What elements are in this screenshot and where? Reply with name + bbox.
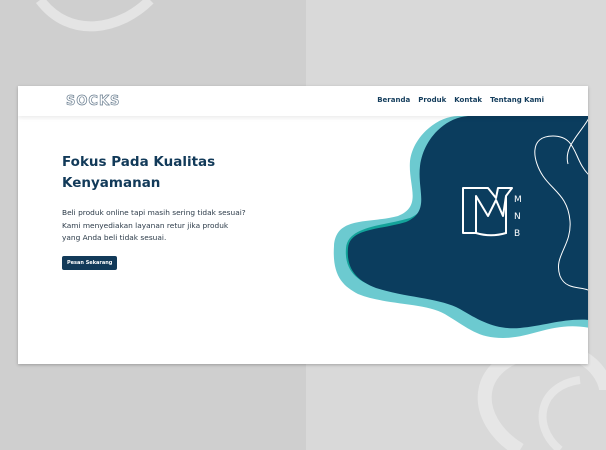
top-navbar: SOCKS Beranda Produk Kontak Tentang Kami	[18, 86, 588, 116]
mark-letter-n: N	[514, 212, 521, 222]
nav-link-produk[interactable]: Produk	[418, 96, 446, 104]
hero-description-line-2: Kami menyediakan layanan retur jika prod…	[62, 220, 229, 230]
hero-title-line-1: Fokus Pada Kualitas	[62, 154, 216, 170]
hero-description: Beli produk online tapi masih sering tid…	[62, 207, 282, 245]
website-screenshot-frame: M N B SOCKS Beranda Produk Kontak Tentan…	[18, 86, 588, 364]
hero-blob-graphic: M N B	[333, 116, 588, 338]
mark-letter-b: B	[514, 229, 520, 239]
nav-link-beranda[interactable]: Beranda	[377, 96, 410, 104]
nav-link-kontak[interactable]: Kontak	[454, 96, 482, 104]
logo-text: SOCKS	[66, 93, 121, 109]
hero-description-line-3: yang Anda beli tidak sesuai.	[62, 233, 167, 242]
site-logo[interactable]: SOCKS	[66, 92, 120, 110]
mark-letter-m: M	[514, 195, 522, 205]
main-navigation: Beranda Produk Kontak Tentang Kami	[377, 96, 544, 104]
hero-title: Fokus Pada Kualitas Kenyamanan	[62, 152, 262, 194]
hero-description-line-1: Beli produk online tapi masih sering tid…	[62, 208, 246, 217]
hero-title-line-2: Kenyamanan	[62, 175, 161, 191]
nav-link-tentang-kami[interactable]: Tentang Kami	[490, 96, 544, 104]
order-now-button[interactable]: Pesan Sekarang	[62, 256, 118, 270]
